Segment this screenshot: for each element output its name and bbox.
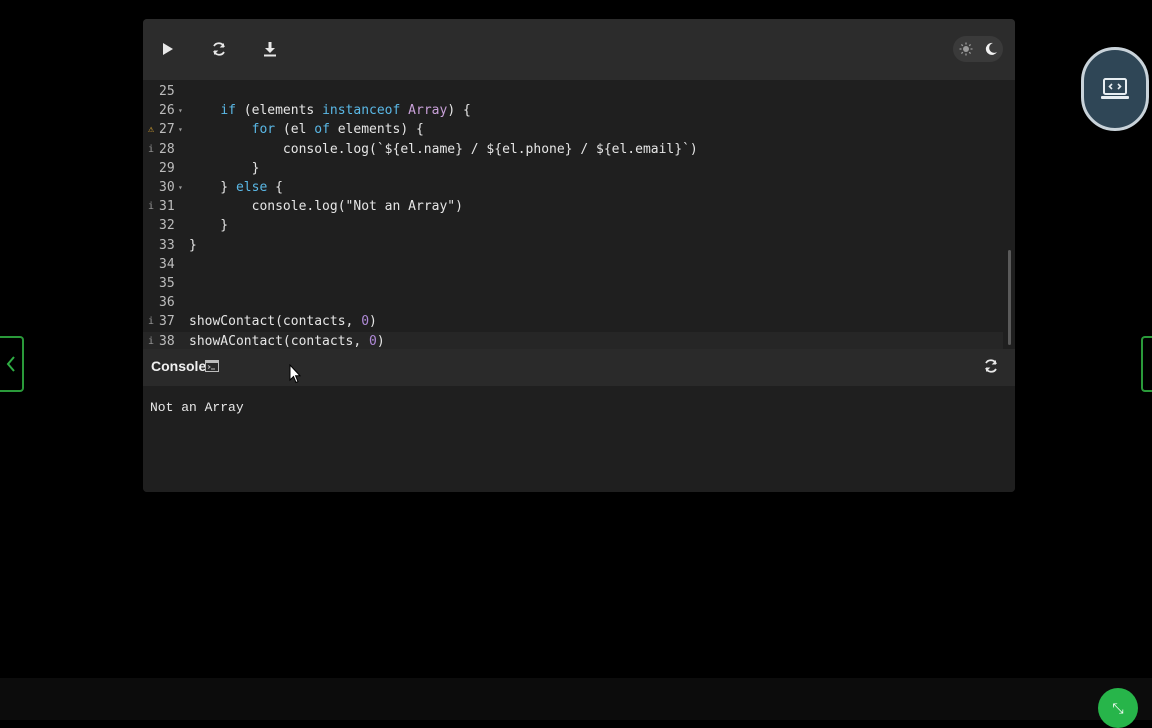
line-number: 35 [159, 276, 175, 291]
info-icon: i [148, 316, 155, 328]
code-text: } else { [189, 180, 283, 195]
code-text: if (elements instanceof Array) { [220, 103, 471, 119]
fold-chevron-icon[interactable]: ▾ [178, 101, 183, 120]
warning-icon: ⚠ [148, 124, 155, 136]
refresh-icon [213, 42, 225, 56]
download-button[interactable] [258, 37, 282, 61]
console-output-area: Not an Array [143, 386, 1015, 492]
next-panel-button[interactable] [1141, 336, 1152, 392]
line-number: 38 [159, 333, 175, 349]
line-number: 31 [159, 199, 175, 215]
chevron-left-icon [6, 356, 15, 372]
code-text: showAContact(contacts, 0) [189, 333, 385, 349]
download-icon [264, 42, 276, 57]
bottom-bar [0, 678, 1152, 720]
code-line[interactable]: 29 } [143, 159, 1003, 178]
code-line[interactable]: 35 [143, 274, 1003, 293]
code-line[interactable]: 25 [143, 82, 1003, 101]
line-number: 26 [159, 103, 175, 119]
fold-chevron-icon[interactable]: ▾ [178, 120, 183, 139]
line-number: 32 [159, 218, 175, 234]
code-text: console.log(`${el.name} / ${el.phone} / … [189, 141, 698, 157]
line-number: 37 [159, 314, 175, 330]
code-line[interactable]: 32 } [143, 216, 1003, 235]
code-text: console.log("Not an Array") [189, 199, 463, 215]
code-line[interactable]: 33} [143, 236, 1003, 255]
code-text: } [189, 218, 229, 234]
code-line[interactable]: 26 ▾ if (elements instanceof Array) { [143, 101, 1003, 120]
scrollbar-thumb[interactable] [1008, 250, 1011, 345]
theme-toggle[interactable] [953, 36, 1003, 62]
code-text: } [189, 237, 197, 253]
code-editor[interactable]: 25 26 ▾ if (elements instanceof Array) {⚠ 2… [143, 80, 1015, 367]
code-text: showContact(contacts, 0) [189, 314, 377, 330]
console-refresh-icon[interactable] [983, 358, 999, 374]
code-text: } [189, 160, 260, 176]
code-line[interactable]: i 28 console.log(`${el.name} / ${el.phone… [143, 140, 1003, 159]
console-title: Console [151, 358, 207, 374]
laptop-code-icon [1101, 78, 1129, 99]
reload-button[interactable] [207, 37, 231, 61]
code-text: for (el of elements) { [251, 122, 424, 138]
sun-icon [959, 42, 972, 56]
toolbar [143, 19, 1015, 80]
run-button[interactable] [156, 37, 180, 61]
line-number: 36 [159, 295, 175, 311]
line-number: 27 [159, 122, 175, 138]
line-number: 28 [159, 141, 175, 157]
previous-panel-button[interactable] [0, 336, 24, 392]
line-number: 30 [159, 180, 175, 195]
line-number: 29 [159, 160, 175, 176]
moon-icon [985, 42, 997, 55]
code-line[interactable]: i 37 showContact(contacts, 0) [143, 312, 1003, 331]
terminal-icon[interactable] [205, 360, 219, 372]
line-number: 33 [159, 237, 175, 253]
info-icon: i [148, 143, 155, 155]
code-mode-badge[interactable] [1081, 47, 1149, 131]
code-line[interactable]: i 38 showAContact(contacts, 0) [143, 331, 1003, 351]
fold-chevron-icon[interactable]: ▾ [178, 178, 183, 197]
code-line[interactable]: 36 [143, 293, 1003, 312]
play-icon [163, 43, 173, 55]
info-icon: i [148, 335, 155, 347]
console-output-line: Not an Array [150, 400, 244, 415]
code-line[interactable]: ⚠ 27 ▾ for (el of elements) { [143, 120, 1003, 139]
code-line[interactable]: 30 ▾ } else { [143, 178, 1003, 197]
line-number: 34 [159, 256, 175, 272]
collapse-fab-button[interactable]: ⤡ [1098, 688, 1138, 728]
info-icon: i [148, 201, 155, 213]
compress-icon: ⤡ [1112, 700, 1124, 716]
console-header: Console [143, 349, 1015, 386]
code-line[interactable]: 34 [143, 255, 1003, 274]
editor-scrollbar[interactable] [1005, 80, 1015, 367]
line-number: 25 [159, 84, 175, 99]
code-line[interactable]: i 31 console.log("Not an Array") [143, 197, 1003, 216]
mouse-cursor-icon [289, 364, 301, 384]
code-playground: 25 26 ▾ if (elements instanceof Array) {⚠ 2… [143, 19, 1015, 492]
